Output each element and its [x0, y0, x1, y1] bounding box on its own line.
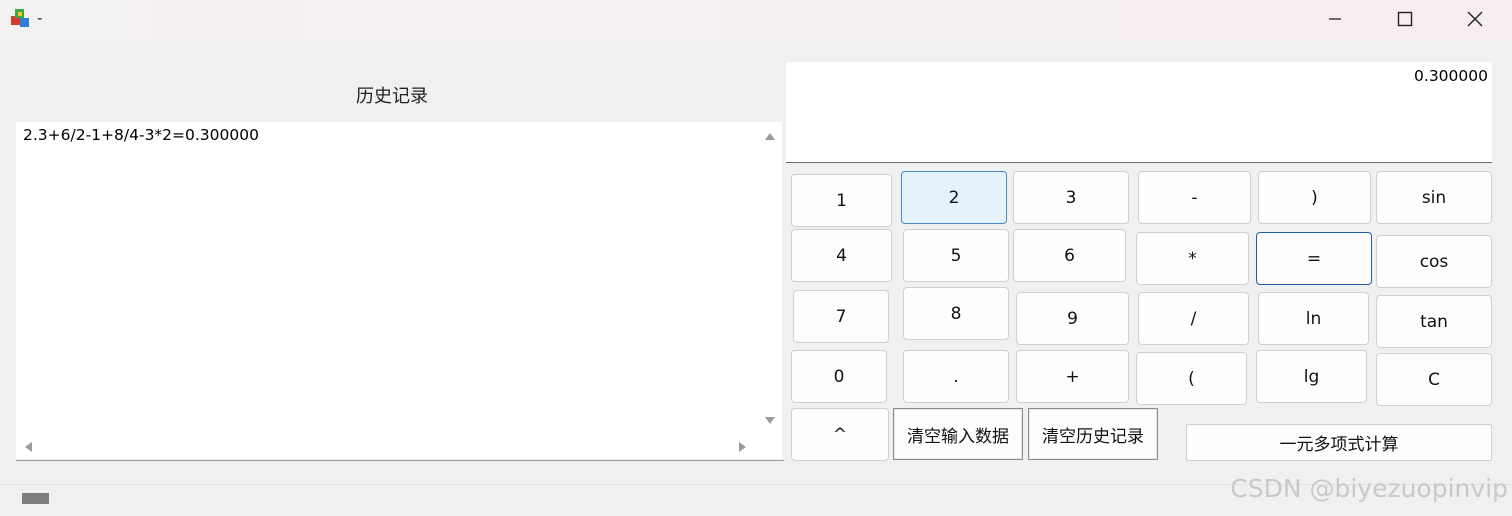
key-4-button[interactable]: 4 [791, 229, 892, 282]
tan-button[interactable]: tan [1376, 295, 1492, 348]
scroll-right-icon[interactable] [739, 442, 746, 452]
polynomial-calc-button[interactable]: 一元多项式计算 [1186, 424, 1492, 461]
history-vertical-scrollbar[interactable] [758, 122, 782, 435]
divide-button[interactable]: / [1138, 292, 1249, 345]
maximize-button[interactable] [1370, 0, 1440, 38]
history-horizontal-scrollbar[interactable] [16, 435, 758, 459]
lg-button[interactable]: lg [1256, 350, 1367, 403]
history-label: 历史记录 [356, 86, 428, 107]
multiply-button[interactable]: * [1136, 232, 1249, 285]
key-6-button[interactable]: 6 [1013, 229, 1126, 282]
key-3-button[interactable]: 3 [1013, 171, 1129, 224]
key-5-button[interactable]: 5 [903, 229, 1009, 282]
title-bar: - [0, 0, 1512, 40]
app-icon [11, 9, 29, 27]
power-button[interactable]: ^ [791, 408, 889, 461]
ln-button[interactable]: ln [1258, 292, 1369, 345]
close-button[interactable] [1440, 0, 1510, 38]
key-0-button[interactable]: 0 [791, 350, 887, 403]
minimize-button[interactable] [1300, 0, 1370, 38]
scroll-left-icon[interactable] [25, 442, 32, 452]
result-display: 0.300000 [786, 62, 1492, 163]
minimize-icon [1329, 18, 1341, 20]
divider [16, 460, 784, 461]
history-entry: 2.3+6/2-1+8/4-3*2=0.300000 [23, 126, 259, 144]
plus-button[interactable]: + [1016, 350, 1129, 403]
clear-input-button[interactable]: 清空输入数据 [893, 408, 1023, 460]
close-icon [1467, 11, 1483, 27]
scroll-corner [758, 435, 782, 459]
result-value: 0.300000 [1414, 67, 1488, 85]
key-7-button[interactable]: 7 [793, 290, 889, 343]
cos-button[interactable]: cos [1376, 235, 1492, 288]
window-title: - [37, 9, 43, 27]
left-paren-button[interactable]: ( [1136, 352, 1247, 405]
key-9-button[interactable]: 9 [1016, 292, 1129, 345]
key-1-button[interactable]: 1 [791, 174, 892, 227]
watermark: CSDN @biyezuopinvip [1230, 474, 1508, 503]
right-paren-button[interactable]: ) [1258, 171, 1371, 224]
key-8-button[interactable]: 8 [903, 287, 1009, 340]
clear-button[interactable]: C [1376, 353, 1492, 406]
status-grip [22, 493, 49, 504]
clear-history-button[interactable]: 清空历史记录 [1028, 408, 1158, 460]
key-2-button[interactable]: 2 [901, 171, 1007, 224]
history-list[interactable]: 2.3+6/2-1+8/4-3*2=0.300000 [16, 122, 758, 435]
scroll-up-icon[interactable] [765, 133, 775, 140]
sin-button[interactable]: sin [1376, 171, 1492, 224]
scroll-down-icon[interactable] [765, 417, 775, 424]
maximize-icon [1397, 11, 1413, 27]
minus-button[interactable]: - [1138, 171, 1251, 224]
decimal-point-button[interactable]: . [903, 350, 1009, 403]
equals-button[interactable]: = [1256, 232, 1372, 285]
